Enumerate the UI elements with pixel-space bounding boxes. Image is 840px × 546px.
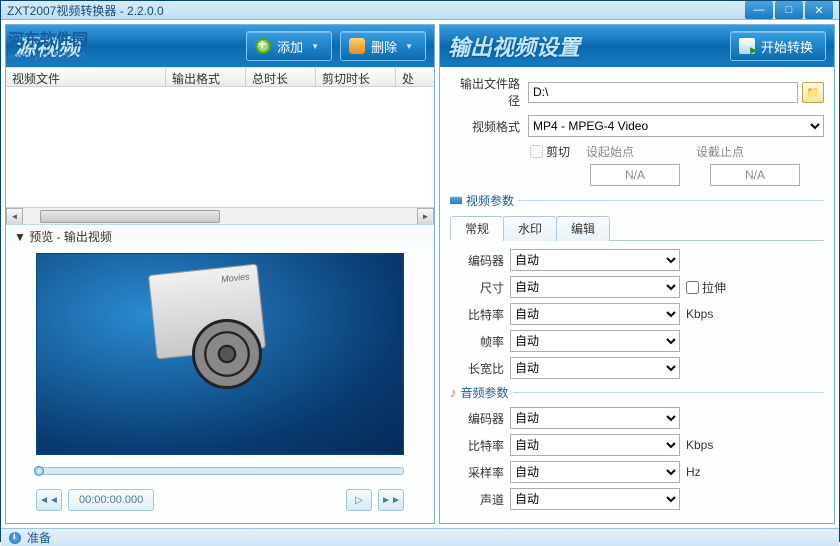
scroll-left-icon[interactable]: ◄ xyxy=(6,208,23,225)
chevron-down-icon: ▼ xyxy=(405,42,413,51)
convert-icon xyxy=(739,38,755,54)
convert-label: 开始转换 xyxy=(761,37,813,56)
audio-channel-select[interactable]: 自动 xyxy=(510,488,680,510)
end-point-input[interactable] xyxy=(710,164,800,186)
statusbar: 准备 xyxy=(1,528,839,546)
film-reel-icon xyxy=(192,319,262,389)
video-aspect-select[interactable]: 自动 xyxy=(510,357,680,379)
video-bitrate-select[interactable]: 自动 xyxy=(510,303,680,325)
play-button[interactable]: ▷ xyxy=(346,489,372,511)
col-file[interactable]: 视频文件 xyxy=(6,68,166,86)
titlebar: ZXT2007视频转换器 - 2.2.0.0 — □ ✕ xyxy=(1,1,839,20)
output-pane: 输出视频设置 开始转换 输出文件路径 📁 视频格式 MP4 - MPEG-4 V… xyxy=(439,24,835,524)
window-controls: — □ ✕ xyxy=(745,1,833,19)
scroll-right-icon[interactable]: ► xyxy=(417,208,434,225)
maximize-button[interactable]: □ xyxy=(775,1,803,19)
cut-label: 剪切 xyxy=(546,143,570,160)
rewind-button[interactable]: ◄◄ xyxy=(36,489,62,511)
start-point-label: 设起始点 xyxy=(586,143,634,160)
tab-general[interactable]: 常规 xyxy=(450,216,504,241)
start-point-input[interactable] xyxy=(590,164,680,186)
add-button[interactable]: 添加 ▼ xyxy=(246,31,332,61)
cut-checkbox[interactable] xyxy=(530,145,543,158)
audio-encoder-select[interactable]: 自动 xyxy=(510,407,680,429)
video-size-label: 尺寸 xyxy=(450,279,504,296)
output-title: 输出视频设置 xyxy=(448,30,722,62)
col-format[interactable]: 输出格式 xyxy=(166,68,246,86)
video-aspect-label: 长宽比 xyxy=(450,360,504,377)
format-select[interactable]: MP4 - MPEG-4 Video xyxy=(528,115,824,137)
main-content: 源视频 添加 ▼ 删除 ▼ 视频文件 输出格式 总时长 剪切时长 处 xyxy=(1,20,839,528)
add-icon xyxy=(255,38,271,54)
output-header: 输出视频设置 开始转换 xyxy=(440,25,834,67)
audio-encoder-label: 编码器 xyxy=(450,410,504,427)
browse-button[interactable]: 📁 xyxy=(802,82,824,103)
output-path-input[interactable] xyxy=(528,82,798,103)
chevron-down-icon: ▼ xyxy=(311,42,319,51)
convert-button[interactable]: 开始转换 xyxy=(730,31,826,61)
tab-watermark[interactable]: 水印 xyxy=(503,216,557,241)
scroll-thumb[interactable] xyxy=(40,210,220,223)
horizontal-scrollbar[interactable]: ◄ ► xyxy=(6,207,434,224)
seek-bar[interactable] xyxy=(36,463,404,479)
video-size-select[interactable]: 自动 xyxy=(510,276,680,298)
audio-params-header: 音频参数 xyxy=(450,384,824,401)
audio-sample-label: 采样率 xyxy=(450,464,504,481)
video-fps-label: 帧率 xyxy=(450,333,504,350)
minimize-button[interactable]: — xyxy=(745,1,773,19)
source-header: 源视频 添加 ▼ 删除 ▼ xyxy=(6,25,434,67)
close-button[interactable]: ✕ xyxy=(805,1,833,19)
audio-bitrate-label: 比特率 xyxy=(450,437,504,454)
video-bitrate-label: 比特率 xyxy=(450,306,504,323)
app-window: ZXT2007视频转换器 - 2.2.0.0 — □ ✕ 河东软件园 www.p… xyxy=(0,0,840,542)
tab-edit[interactable]: 编辑 xyxy=(556,216,610,241)
col-cut-duration[interactable]: 剪切时长 xyxy=(316,68,396,86)
forward-button[interactable]: ►► xyxy=(378,489,404,511)
video-params-header: 视频参数 xyxy=(450,192,824,209)
video-encoder-label: 编码器 xyxy=(450,252,504,269)
hz-unit: Hz xyxy=(686,465,701,479)
preview-header[interactable]: ▼ 预览 - 输出视频 xyxy=(6,225,434,247)
file-list[interactable] xyxy=(6,87,434,207)
delete-label: 删除 xyxy=(371,37,397,56)
delete-button[interactable]: 删除 ▼ xyxy=(340,31,426,61)
video-encoder-select[interactable]: 自动 xyxy=(510,249,680,271)
preview-section: ▼ 预览 - 输出视频 ◄◄ 00:00:00.000 ▷ ►► xyxy=(6,224,434,523)
stretch-label: 拉伸 xyxy=(702,279,726,296)
stretch-checkbox[interactable] xyxy=(686,281,699,294)
output-path-label: 输出文件路径 xyxy=(450,75,524,109)
table-header: 视频文件 输出格式 总时长 剪切时长 处 xyxy=(6,67,434,87)
video-fps-select[interactable]: 自动 xyxy=(510,330,680,352)
seek-knob[interactable] xyxy=(34,466,44,476)
add-label: 添加 xyxy=(277,37,303,56)
audio-bitrate-select[interactable]: 自动 xyxy=(510,434,680,456)
delete-icon xyxy=(349,38,365,54)
format-label: 视频格式 xyxy=(450,118,524,135)
time-display: 00:00:00.000 xyxy=(68,489,154,511)
kbps-unit2: Kbps xyxy=(686,438,713,452)
kbps-unit: Kbps xyxy=(686,307,713,321)
window-title: ZXT2007视频转换器 - 2.2.0.0 xyxy=(7,2,745,19)
source-title: 源视频 xyxy=(14,30,238,62)
audio-sample-select[interactable]: 自动 xyxy=(510,461,680,483)
status-text: 准备 xyxy=(27,529,51,546)
video-tabs: 常规 水印 编辑 xyxy=(450,215,824,241)
audio-channel-label: 声道 xyxy=(450,491,504,508)
source-pane: 源视频 添加 ▼ 删除 ▼ 视频文件 输出格式 总时长 剪切时长 处 xyxy=(5,24,435,524)
col-process[interactable]: 处 xyxy=(396,68,434,86)
col-duration[interactable]: 总时长 xyxy=(246,68,316,86)
preview-canvas xyxy=(36,253,404,455)
output-settings: 输出文件路径 📁 视频格式 MP4 - MPEG-4 Video 剪切 设起始点… xyxy=(440,67,834,523)
player-controls: ◄◄ 00:00:00.000 ▷ ►► xyxy=(36,485,404,515)
end-point-label: 设截止点 xyxy=(696,143,744,160)
